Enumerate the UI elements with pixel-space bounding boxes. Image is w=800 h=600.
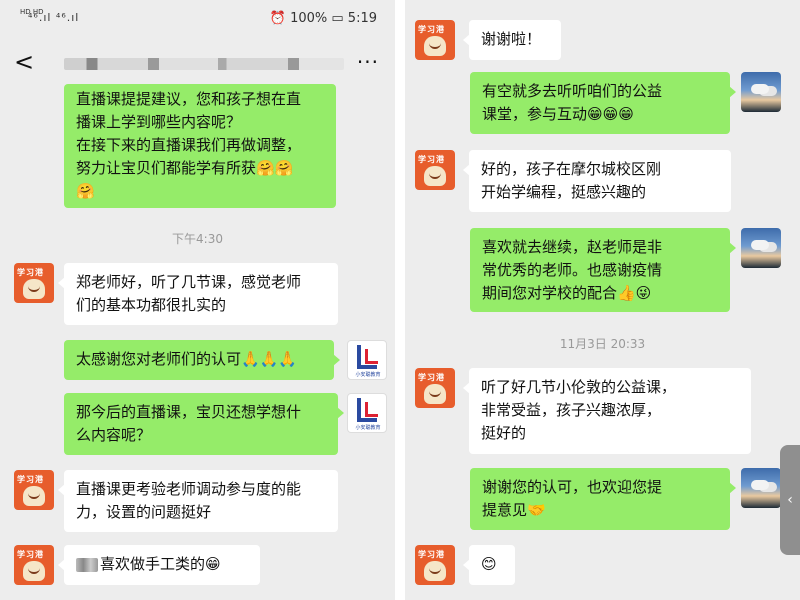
message-bubble-sent[interactable]: 有空就多去听听咱们的公益 课堂，参与互动😁😁😁 bbox=[470, 72, 736, 134]
avatar[interactable] bbox=[741, 228, 781, 268]
avatar[interactable]: 学习港 bbox=[14, 545, 54, 585]
message-bubble-sent[interactable]: 直播课提提建议，您和孩子想在直 播课上学到哪些内容呢？ 在接下来的直播课我们再做… bbox=[64, 84, 336, 208]
status-right: ⏰ 100% ▭ 5:19 bbox=[269, 11, 377, 26]
message-line: 那今后的直播课，宝贝还想学想什 bbox=[76, 403, 302, 421]
message-line: 谢谢啦！ bbox=[481, 30, 542, 48]
message-line: 喜欢做手工类的😁 bbox=[100, 555, 221, 573]
message-line: 课堂，参与互动😁😁😁 bbox=[482, 105, 634, 123]
message-line: 挺好的 bbox=[481, 424, 527, 442]
message-line: 播课上学到哪些内容呢？ bbox=[76, 113, 242, 131]
message-line: 非常受益，孩子兴趣浓厚， bbox=[481, 401, 662, 419]
avatar[interactable]: 学习港 bbox=[415, 20, 455, 60]
more-options-icon[interactable]: ··· bbox=[357, 50, 379, 74]
message-line: 么内容呢？ bbox=[76, 426, 152, 444]
message-line: 力，设置的问题挺好 bbox=[76, 503, 212, 521]
message-line: 直播课更考验老师调动参与度的能 bbox=[76, 480, 302, 498]
message-line: 🤗 bbox=[76, 182, 95, 200]
signal-icon: ⁴⁶.ıl ⁴⁶.ıl bbox=[28, 11, 80, 24]
avatar[interactable]: 小安聪教育 bbox=[347, 340, 387, 380]
message-bubble-received[interactable]: 谢谢啦！ bbox=[463, 20, 561, 60]
screenshot-divider bbox=[395, 0, 405, 600]
message-line: 常优秀的老师。也感谢疫情 bbox=[482, 261, 663, 279]
message-line: 郑老师好，听了几节课，感觉老师 bbox=[76, 273, 302, 291]
message-line: 好的，孩子在摩尔城校区刚 bbox=[481, 160, 662, 178]
battery-percent: 100% bbox=[290, 11, 328, 26]
timestamp: 下午4:30 bbox=[172, 232, 223, 246]
message-bubble-sent[interactable]: 喜欢就去继续，赵老师是非 常优秀的老师。也感谢疫情 期间您对学校的配合👍😜 bbox=[470, 228, 736, 312]
message-line: 开始学编程，挺感兴趣的 bbox=[481, 183, 647, 201]
floating-collapse-button[interactable]: ‹ bbox=[780, 445, 800, 555]
message-line: 期间您对学校的配合👍😜 bbox=[482, 284, 652, 302]
left-chat-screen: HD HD ⁴⁶.ıl ⁴⁶.ıl ⏰ 100% ▭ 5:19 < ··· 直播… bbox=[0, 0, 395, 600]
message-bubble-sent[interactable]: 那今后的直播课，宝贝还想学想什 么内容呢？ bbox=[64, 393, 344, 455]
avatar[interactable] bbox=[741, 72, 781, 112]
blurred-name bbox=[76, 557, 98, 572]
message-line: 努力让宝贝们都能学有所获🤗🤗 bbox=[76, 159, 294, 177]
avatar[interactable]: 学习港 bbox=[14, 470, 54, 510]
message-line: 有空就多去听听咱们的公益 bbox=[482, 82, 663, 100]
avatar[interactable]: 小安聪教育 bbox=[347, 393, 387, 433]
message-bubble-sent[interactable]: 太感谢您对老师们的认可🙏🙏🙏 bbox=[64, 340, 340, 380]
avatar[interactable]: 学习港 bbox=[14, 263, 54, 303]
message-bubble-received[interactable]: 好的，孩子在摩尔城校区刚 开始学编程，挺感兴趣的 bbox=[463, 150, 731, 212]
message-line: 听了好几节小伦敦的公益课， bbox=[481, 378, 677, 396]
message-line: 喜欢就去继续，赵老师是非 bbox=[482, 238, 663, 256]
message-bubble-received[interactable]: 听了好几节小伦敦的公益课， 非常受益，孩子兴趣浓厚， 挺好的 bbox=[463, 368, 751, 454]
message-line: 谢谢您的认可，也欢迎您提 bbox=[482, 478, 663, 496]
avatar[interactable]: 学习港 bbox=[415, 150, 455, 190]
right-chat-screen: 学习港 谢谢啦！ 有空就多去听听咱们的公益 课堂，参与互动😁😁😁 学习港 好的，… bbox=[405, 0, 800, 600]
avatar[interactable]: 学习港 bbox=[415, 368, 455, 408]
message-bubble-received[interactable]: 直播课更考验老师调动参与度的能 力，设置的问题挺好 bbox=[58, 470, 338, 532]
message-line: 太感谢您对老师们的认可🙏🙏🙏 bbox=[76, 350, 298, 368]
clock: 5:19 bbox=[347, 11, 377, 26]
message-line: 直播课提提建议，您和孩子想在直 bbox=[76, 90, 302, 108]
avatar[interactable]: 学习港 bbox=[415, 545, 455, 585]
message-bubble-sent[interactable]: 谢谢您的认可，也欢迎您提 提意见🤝 bbox=[470, 468, 736, 530]
message-line: 提意见🤝 bbox=[482, 501, 546, 519]
status-bar: HD HD ⁴⁶.ıl ⁴⁶.ıl ⏰ 100% ▭ 5:19 bbox=[0, 0, 395, 40]
message-bubble-received[interactable]: 喜欢做手工类的😁 bbox=[58, 545, 260, 585]
message-bubble-received[interactable]: 😊 bbox=[463, 545, 515, 585]
message-bubble-received[interactable]: 郑老师好，听了几节课，感觉老师 们的基本功都很扎实的 bbox=[58, 263, 338, 325]
timestamp: 11月3日 20:33 bbox=[559, 337, 646, 351]
message-line: 😊 bbox=[481, 555, 497, 573]
chat-title-blurred bbox=[64, 58, 344, 70]
message-line: 在接下来的直播课我们再做调整， bbox=[76, 136, 302, 154]
chat-header: < ··· bbox=[0, 40, 395, 84]
avatar[interactable] bbox=[741, 468, 781, 508]
back-arrow-icon[interactable]: < bbox=[14, 48, 34, 76]
message-line: 们的基本功都很扎实的 bbox=[76, 296, 227, 314]
